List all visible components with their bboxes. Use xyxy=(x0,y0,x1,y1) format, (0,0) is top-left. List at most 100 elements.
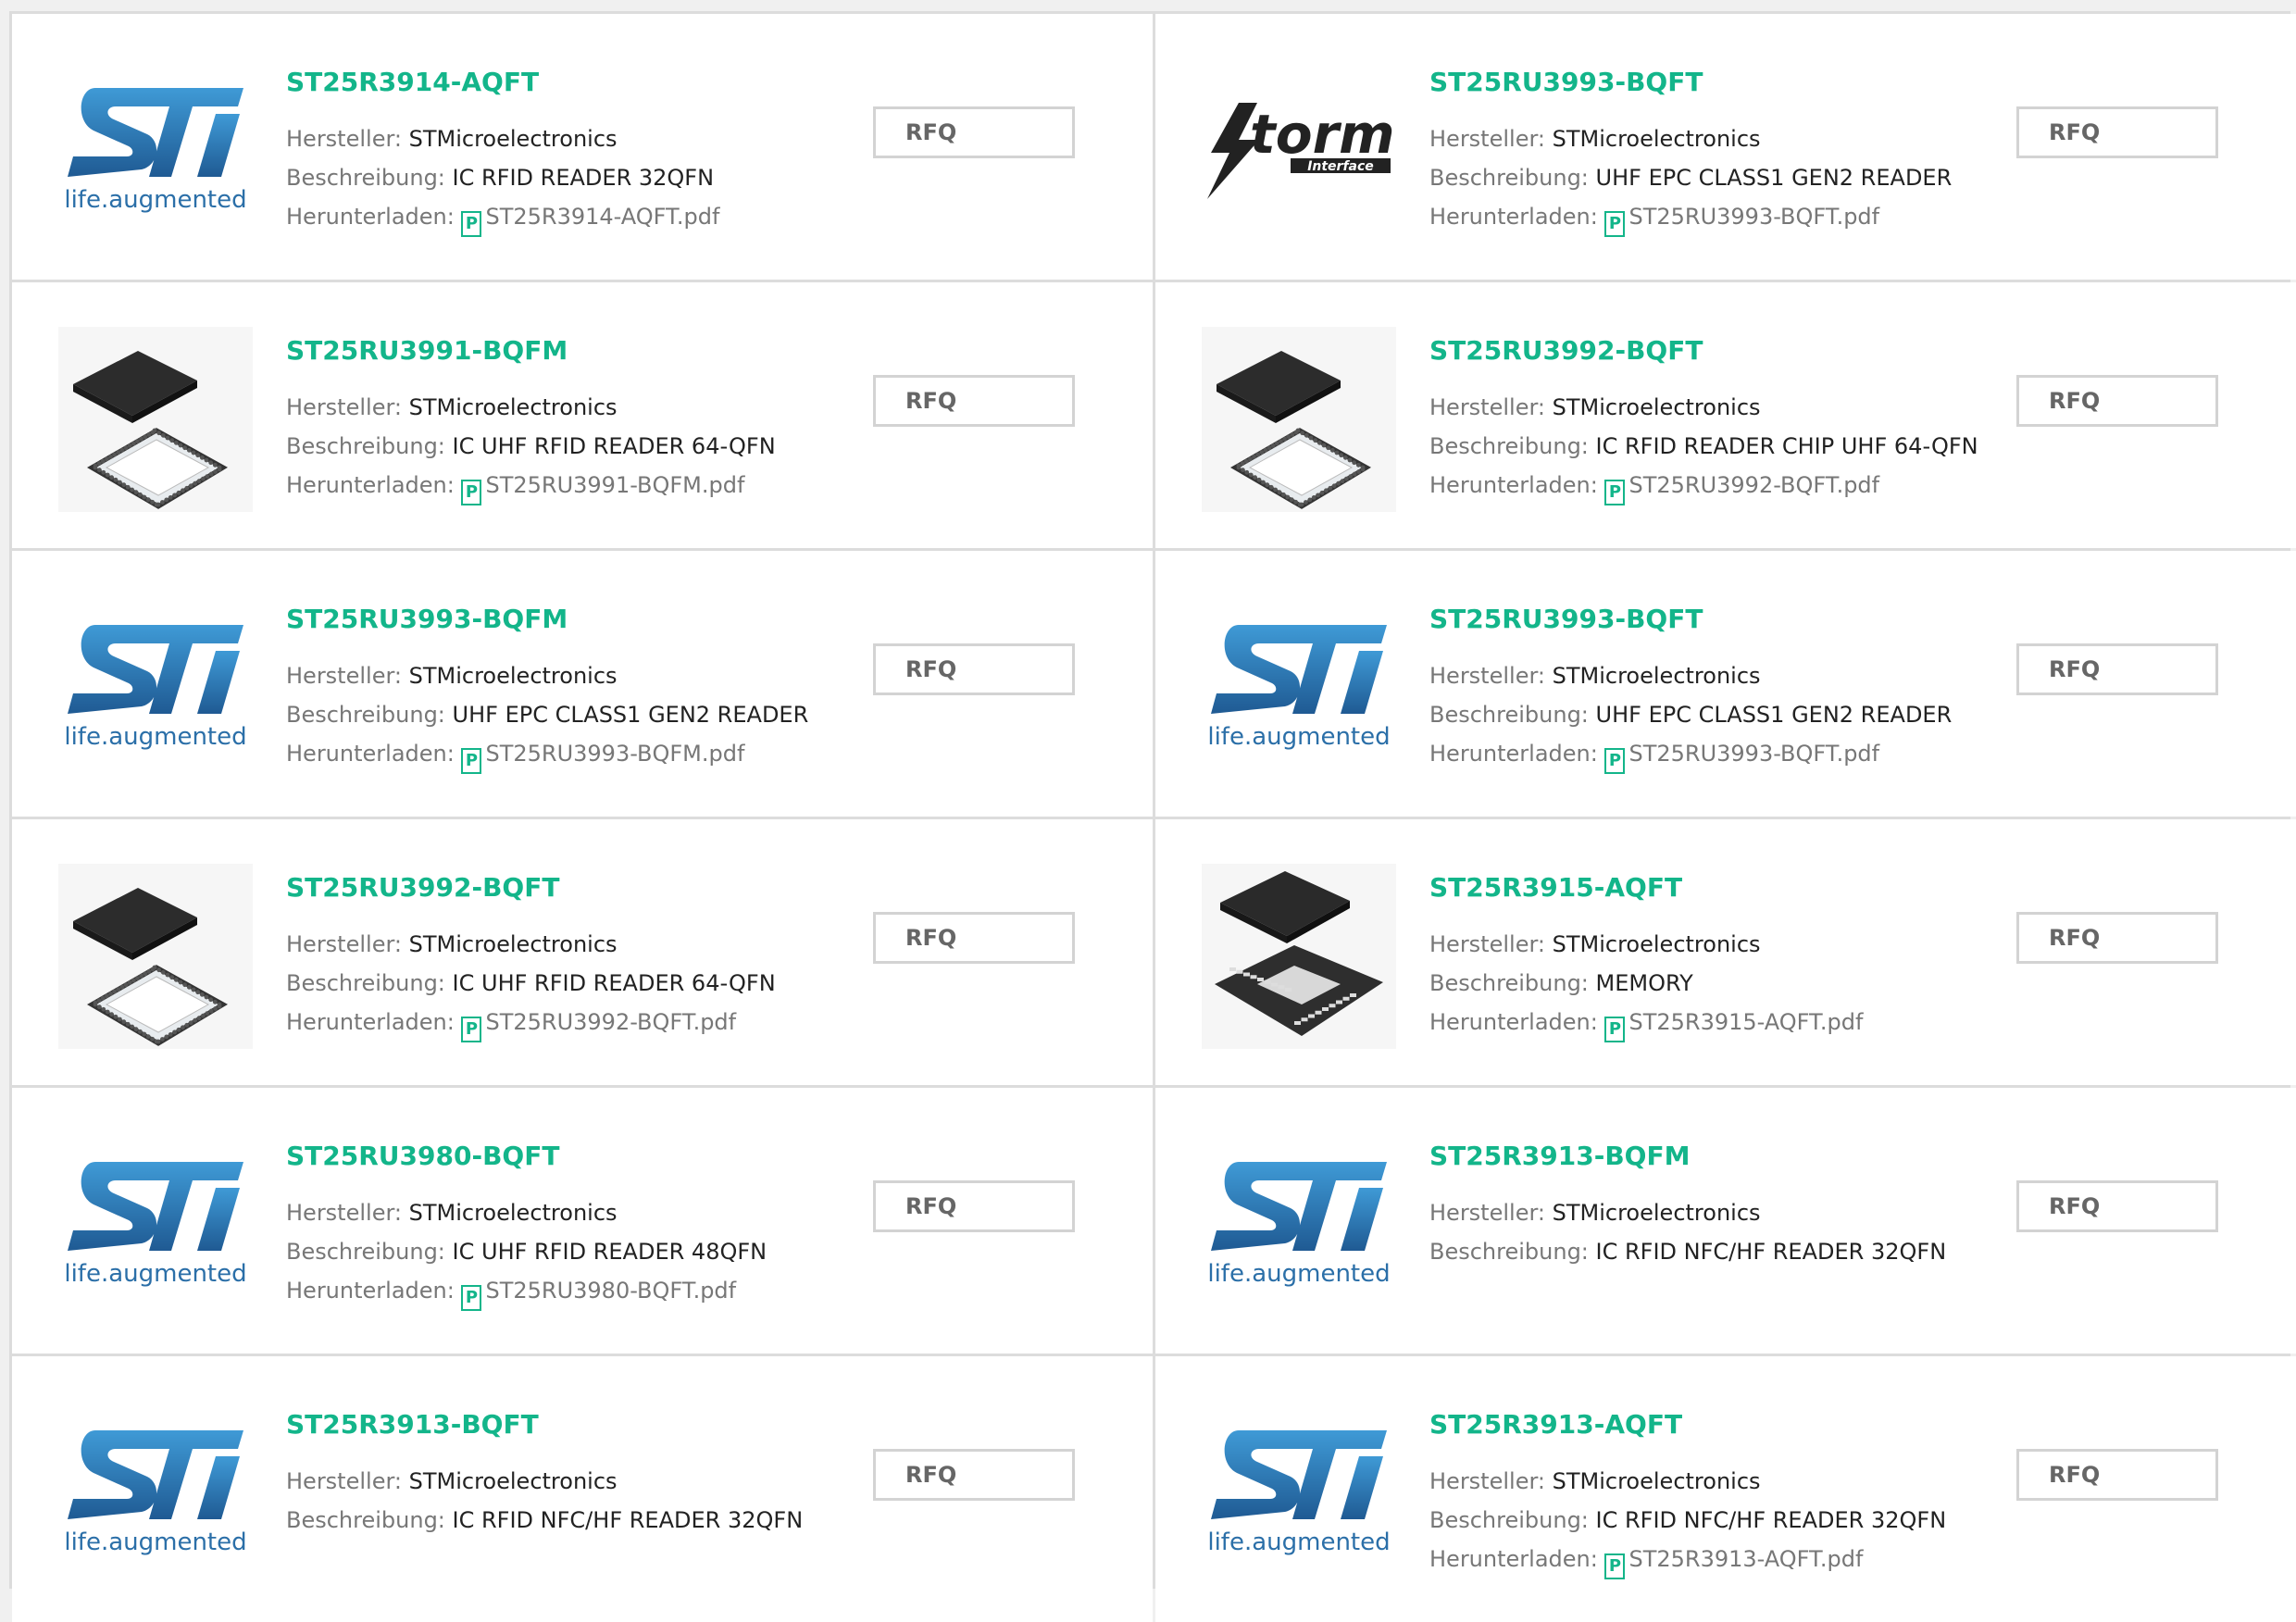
download-label: Herunterladen: xyxy=(286,1009,462,1035)
st-tagline: life.augmented xyxy=(64,1260,247,1288)
product-part-number-link[interactable]: ST25RU3992-BQFT xyxy=(1429,334,2022,368)
manufacturer-value: STMicroelectronics xyxy=(1552,931,1761,957)
datasheet-pdf-link[interactable]: P ST25RU3993-BQFT.pdf xyxy=(1604,204,1879,237)
st-tagline: life.augmented xyxy=(1207,1528,1391,1556)
description-label: Beschreibung: xyxy=(286,970,453,996)
pdf-icon: P xyxy=(461,211,482,237)
download-row: Herunterladen: P ST25RU3980-BQFT.pdf xyxy=(286,1271,879,1311)
datasheet-pdf-link[interactable]: P ST25R3913-AQFT.pdf xyxy=(1604,1546,1863,1579)
manufacturer-row: Hersteller: STMicroelectronics xyxy=(286,1193,879,1232)
datasheet-pdf-link[interactable]: P ST25R3915-AQFT.pdf xyxy=(1604,1009,1863,1042)
rfq-button[interactable]: RFQ xyxy=(2016,1449,2218,1501)
product-info: ST25RU3993-BQFT Hersteller: STMicroelectr… xyxy=(1429,66,2022,237)
description-row: Beschreibung: MEMORY xyxy=(1429,964,2022,1003)
product-part-number-link[interactable]: ST25R3913-AQFT xyxy=(1429,1408,2022,1441)
product-part-number-link[interactable]: ST25RU3991-BQFM xyxy=(286,334,879,368)
product-part-number-link[interactable]: ST25R3913-BQFM xyxy=(1429,1140,2022,1173)
product-image[interactable]: life.augmented xyxy=(58,1132,253,1317)
product-part-number-link[interactable]: ST25RU3980-BQFT xyxy=(286,1140,879,1173)
download-label: Herunterladen: xyxy=(286,741,462,767)
datasheet-pdf-link[interactable]: P ST25RU3992-BQFT.pdf xyxy=(461,1009,736,1042)
st-logo: life.augmented xyxy=(1202,614,1396,762)
download-label: Herunterladen: xyxy=(1429,741,1605,767)
rfq-button[interactable]: RFQ xyxy=(2016,912,2218,964)
description-value: IC RFID NFC/HF READER 32QFN xyxy=(452,1507,804,1533)
product-image[interactable] xyxy=(1202,864,1396,1049)
rfq-button[interactable]: RFQ xyxy=(873,106,1075,158)
description-value: IC RFID NFC/HF READER 32QFN xyxy=(1595,1239,1947,1265)
manufacturer-row: Hersteller: STMicroelectronics xyxy=(286,388,879,427)
manufacturer-label: Hersteller: xyxy=(1429,931,1553,957)
datasheet-pdf-link[interactable]: P ST25RU3980-BQFT.pdf xyxy=(461,1278,736,1311)
product-image[interactable] xyxy=(58,864,253,1049)
description-label: Beschreibung: xyxy=(1429,1507,1596,1533)
rfq-button[interactable]: RFQ xyxy=(873,1449,1075,1501)
pdf-icon: P xyxy=(461,480,482,505)
product-part-number-link[interactable]: ST25RU3993-BQFT xyxy=(1429,66,2022,99)
product-image[interactable] xyxy=(58,327,253,512)
rfq-button[interactable]: RFQ xyxy=(873,1180,1075,1232)
product-part-number-link[interactable]: ST25R3914-AQFT xyxy=(286,66,879,99)
datasheet-pdf-link[interactable]: P ST25RU3992-BQFT.pdf xyxy=(1604,472,1879,505)
product-part-number-link[interactable]: ST25R3913-BQFT xyxy=(286,1408,879,1441)
datasheet-pdf-link[interactable]: P ST25R3914-AQFT.pdf xyxy=(461,204,719,237)
qfn64-chip-image xyxy=(58,327,253,512)
product-part-number-link[interactable]: ST25RU3992-BQFT xyxy=(286,871,879,905)
download-row: Herunterladen: P ST25RU3993-BQFT.pdf xyxy=(1429,734,2022,774)
rfq-button[interactable]: RFQ xyxy=(873,912,1075,964)
product-image[interactable]: torm Interface xyxy=(1202,58,1396,243)
manufacturer-label: Hersteller: xyxy=(286,1200,409,1226)
description-value: MEMORY xyxy=(1595,970,1693,996)
datasheet-pdf-link[interactable]: P ST25RU3993-BQFM.pdf xyxy=(461,741,744,774)
product-image[interactable]: life.augmented xyxy=(58,1401,253,1586)
description-value: IC RFID READER 32QFN xyxy=(452,165,715,191)
product-part-number-link[interactable]: ST25R3915-AQFT xyxy=(1429,871,2022,905)
rfq-button[interactable]: RFQ xyxy=(873,643,1075,695)
description-row: Beschreibung: IC RFID NFC/HF READER 32QF… xyxy=(286,1501,879,1540)
description-row: Beschreibung: IC RFID READER 32QFN xyxy=(286,158,879,197)
datasheet-pdf-link[interactable]: P ST25RU3991-BQFM.pdf xyxy=(461,472,745,505)
product-image[interactable]: life.augmented xyxy=(1202,595,1396,780)
rfq-button[interactable]: RFQ xyxy=(2016,375,2218,427)
description-row: Beschreibung: IC RFID NFC/HF READER 32QF… xyxy=(1429,1232,2022,1271)
product-card: ST25RU3992-BQFT Hersteller: STMicroelectr… xyxy=(1155,282,2296,548)
st-logo: life.augmented xyxy=(1202,1151,1396,1299)
rfq-button[interactable]: RFQ xyxy=(2016,106,2218,158)
storm-logo-subtext: Interface xyxy=(1307,159,1374,174)
pdf-icon: P xyxy=(1604,1017,1626,1042)
product-card: ST25RU3992-BQFT Hersteller: STMicroelectr… xyxy=(12,819,1153,1085)
download-label: Herunterladen: xyxy=(286,204,462,230)
st-logo: life.augmented xyxy=(58,1151,253,1299)
rfq-button[interactable]: RFQ xyxy=(2016,1180,2218,1232)
product-card: life.augmented ST25R3913-BQFM Hersteller: … xyxy=(1155,1088,2296,1354)
qfn64-chip-image xyxy=(1202,327,1396,512)
datasheet-filename: ST25RU3991-BQFM.pdf xyxy=(485,472,745,498)
manufacturer-row: Hersteller: STMicroelectronics xyxy=(286,1462,879,1501)
pdf-icon: P xyxy=(1604,211,1626,237)
product-part-number-link[interactable]: ST25RU3993-BQFT xyxy=(1429,603,2022,636)
manufacturer-value: STMicroelectronics xyxy=(408,1200,618,1226)
product-info: ST25R3913-AQFT Hersteller: STMicroelectro… xyxy=(1429,1408,2022,1579)
st-tagline: life.augmented xyxy=(1207,723,1391,751)
st-tagline: life.augmented xyxy=(1207,1260,1391,1288)
description-value: IC RFID NFC/HF READER 32QFN xyxy=(1595,1507,1947,1533)
datasheet-pdf-link[interactable]: P ST25RU3993-BQFT.pdf xyxy=(1604,741,1879,774)
product-image[interactable]: life.augmented xyxy=(58,58,253,243)
product-image[interactable] xyxy=(1202,327,1396,512)
st-logo: life.augmented xyxy=(58,77,253,225)
st-tagline: life.augmented xyxy=(64,186,247,214)
manufacturer-row: Hersteller: STMicroelectronics xyxy=(286,656,879,695)
product-card: ST25R3915-AQFT Hersteller: STMicroelectro… xyxy=(1155,819,2296,1085)
product-image[interactable]: life.augmented xyxy=(58,595,253,780)
description-value: IC RFID READER CHIP UHF 64-QFN xyxy=(1595,433,1978,459)
product-part-number-link[interactable]: ST25RU3993-BQFM xyxy=(286,603,879,636)
product-image[interactable]: life.augmented xyxy=(1202,1401,1396,1586)
product-image[interactable]: life.augmented xyxy=(1202,1132,1396,1317)
description-value: IC UHF RFID READER 48QFN xyxy=(452,1239,767,1265)
product-card: ST25RU3991-BQFM Hersteller: STMicroelectr… xyxy=(12,282,1153,548)
rfq-button[interactable]: RFQ xyxy=(2016,643,2218,695)
rfq-button[interactable]: RFQ xyxy=(873,375,1075,427)
pdf-icon: P xyxy=(1604,480,1626,505)
manufacturer-value: STMicroelectronics xyxy=(408,126,618,152)
manufacturer-label: Hersteller: xyxy=(286,1468,409,1494)
